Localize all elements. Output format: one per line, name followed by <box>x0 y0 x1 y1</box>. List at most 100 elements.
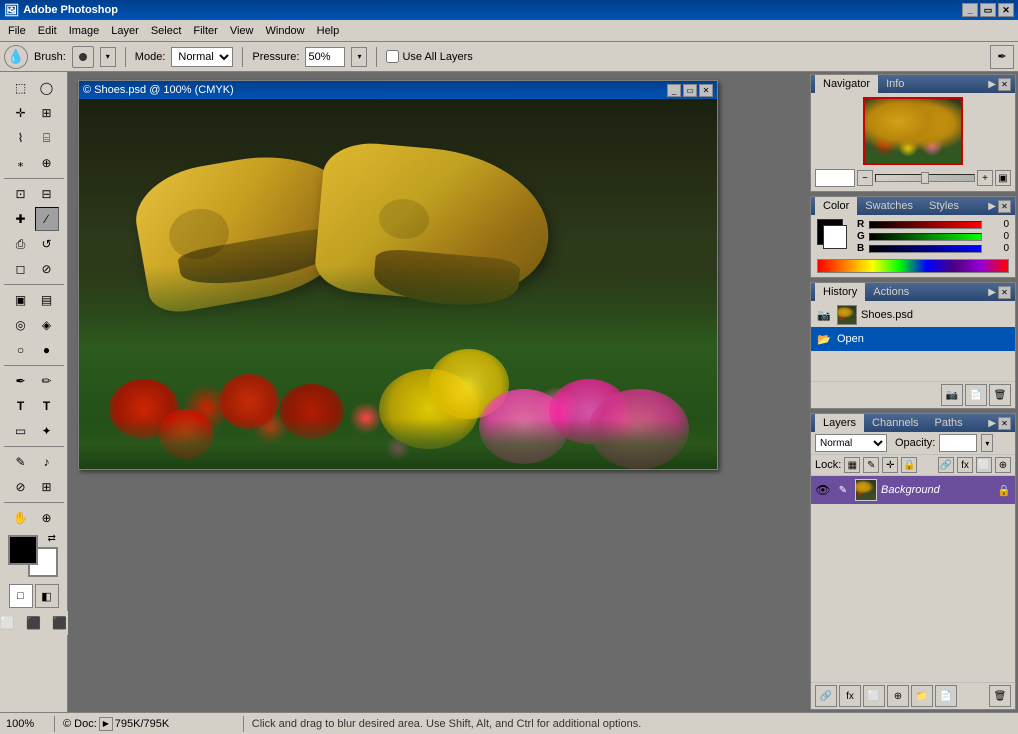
restore-button[interactable]: ▭ <box>980 3 996 17</box>
link-layers-button[interactable]: 🔗 <box>938 457 954 473</box>
navigator-menu-button[interactable]: ▶ <box>988 79 996 90</box>
brush-preview[interactable] <box>72 46 94 68</box>
tool-eraser[interactable]: ◻ <box>9 257 33 281</box>
tool-notes[interactable]: ✎ <box>9 450 33 474</box>
tool-audio[interactable]: ♪ <box>35 450 59 474</box>
navigator-zoom-input[interactable]: 100% <box>815 169 855 187</box>
doc-close-button[interactable]: ✕ <box>699 84 713 97</box>
layers-menu-button[interactable]: ▶ <box>988 418 996 429</box>
menu-select[interactable]: Select <box>145 21 188 41</box>
tool-pen[interactable]: ✒ <box>9 369 33 393</box>
lock-pixels-button[interactable]: ✎ <box>863 457 879 473</box>
doc-minimize-button[interactable]: _ <box>667 84 681 97</box>
menu-filter[interactable]: Filter <box>187 21 223 41</box>
minimize-button[interactable]: _ <box>962 3 978 17</box>
tool-marquee-rect[interactable]: ⬚ <box>9 76 33 100</box>
quick-mask-button[interactable]: ◧ <box>35 584 59 608</box>
layer-item-background[interactable]: 👁 ✎ Background 🔒 <box>811 476 1015 504</box>
doc-restore-button[interactable]: ▭ <box>683 84 697 97</box>
lock-all-button[interactable]: 🔒 <box>901 457 917 473</box>
tab-styles[interactable]: Styles <box>921 197 967 215</box>
document-title-bar[interactable]: © Shoes.psd @ 100% (CMYK) _ ▭ ✕ <box>79 81 717 99</box>
g-slider[interactable] <box>869 233 982 241</box>
history-delete-button[interactable]: 🗑 <box>989 384 1011 406</box>
layers-blend-mode-select[interactable]: Normal <box>815 434 887 452</box>
layer-edit-icon[interactable]: ✎ <box>835 482 851 498</box>
tool-gradient[interactable]: ▣ <box>9 288 33 312</box>
history-item-snapshot[interactable]: 📷 Shoes.psd <box>811 303 1015 327</box>
tool-background-eraser[interactable]: ⊘ <box>35 257 59 281</box>
tab-swatches[interactable]: Swatches <box>857 197 921 215</box>
adjustment-layer-button[interactable]: ⊕ <box>995 457 1011 473</box>
tool-stamp[interactable]: ⎙ <box>9 232 33 256</box>
lock-position-button[interactable]: ✛ <box>882 457 898 473</box>
document-canvas[interactable] <box>79 99 717 469</box>
tool-move[interactable]: ✛ <box>9 101 33 125</box>
color-close-button[interactable]: ✕ <box>998 200 1011 213</box>
tool-dodge[interactable]: ○ <box>9 338 33 362</box>
layer-visibility-icon[interactable]: 👁 <box>815 482 831 498</box>
options-extra-button[interactable]: ✒ <box>990 45 1014 69</box>
switch-colors-icon[interactable]: ⇄ <box>48 533 62 547</box>
navigator-zoom-in-button[interactable]: + <box>977 170 993 186</box>
tool-blur[interactable]: ◎ <box>9 313 33 337</box>
navigator-close-button[interactable]: ✕ <box>998 78 1011 91</box>
navigator-preview[interactable] <box>863 97 963 165</box>
tab-info[interactable]: Info <box>878 75 912 93</box>
b-slider[interactable] <box>869 245 982 253</box>
menu-window[interactable]: Window <box>260 21 311 41</box>
menu-view[interactable]: View <box>224 21 260 41</box>
navigator-zoom-out-button[interactable]: − <box>857 170 873 186</box>
layers-opacity-input[interactable]: 100% <box>939 434 977 452</box>
layer-add-style-button[interactable]: fx <box>839 685 861 707</box>
tool-magic-wand[interactable]: ⁎ <box>9 151 33 175</box>
tool-brush[interactable]: ∕ <box>35 207 59 231</box>
menu-help[interactable]: Help <box>311 21 346 41</box>
menu-edit[interactable]: Edit <box>32 21 63 41</box>
tab-color[interactable]: Color <box>815 197 857 215</box>
tool-freeform-pen[interactable]: ✏ <box>35 369 59 393</box>
color-spectrum[interactable] <box>817 259 1009 273</box>
tool-polygonal-lasso[interactable]: ⌸ <box>35 126 59 150</box>
layers-opacity-arrow-button[interactable]: ▾ <box>981 434 993 452</box>
standard-mode-button[interactable]: □ <box>9 584 33 608</box>
history-close-button[interactable]: ✕ <box>998 286 1011 299</box>
layer-add-mask-button[interactable]: ⬜ <box>863 685 885 707</box>
layer-delete-button[interactable]: 🗑 <box>989 685 1011 707</box>
background-color-chip[interactable] <box>823 225 847 249</box>
history-menu-button[interactable]: ▶ <box>988 287 996 298</box>
tool-eyedropper[interactable]: ⊘ <box>9 475 33 499</box>
tool-zoom[interactable]: ⊕ <box>35 506 59 530</box>
tool-measure[interactable]: ⊞ <box>35 475 59 499</box>
foreground-color-swatch[interactable] <box>8 535 38 565</box>
tab-actions[interactable]: Actions <box>865 283 917 301</box>
layer-mask-button[interactable]: ⬜ <box>976 457 992 473</box>
tool-heal[interactable]: ✚ <box>9 207 33 231</box>
layer-link-button[interactable]: 🔗 <box>815 685 837 707</box>
tab-paths[interactable]: Paths <box>927 414 971 432</box>
navigator-fit-button[interactable]: ▣ <box>995 170 1011 186</box>
tool-text[interactable]: T <box>9 394 33 418</box>
layers-close-button[interactable]: ✕ <box>998 417 1011 430</box>
tool-sharpen[interactable]: ◈ <box>35 313 59 337</box>
menu-image[interactable]: Image <box>63 21 106 41</box>
tab-navigator[interactable]: Navigator <box>815 75 878 93</box>
history-new-document-button[interactable]: 📄 <box>965 384 987 406</box>
tool-shape[interactable]: ▭ <box>9 419 33 443</box>
layer-new-adjustment-button[interactable]: ⊕ <box>887 685 909 707</box>
pressure-input[interactable] <box>305 47 345 67</box>
tool-lasso[interactable]: ⌇ <box>9 126 33 150</box>
brush-dropdown-button[interactable]: ▾ <box>100 47 116 67</box>
layer-style-button[interactable]: fx <box>957 457 973 473</box>
tool-history-brush[interactable]: ↺ <box>35 232 59 256</box>
tool-crop[interactable]: ⊡ <box>9 182 33 206</box>
tab-layers[interactable]: Layers <box>815 414 864 432</box>
tool-custom-shape[interactable]: ✦ <box>35 419 59 443</box>
close-button[interactable]: ✕ <box>998 3 1014 17</box>
tool-slice[interactable]: ⊟ <box>35 182 59 206</box>
tool-marquee-ellipse[interactable]: ◯ <box>35 76 59 100</box>
tab-channels[interactable]: Channels <box>864 414 926 432</box>
menu-file[interactable]: File <box>2 21 32 41</box>
r-slider[interactable] <box>869 221 982 229</box>
use-all-layers-checkbox[interactable] <box>386 50 399 63</box>
